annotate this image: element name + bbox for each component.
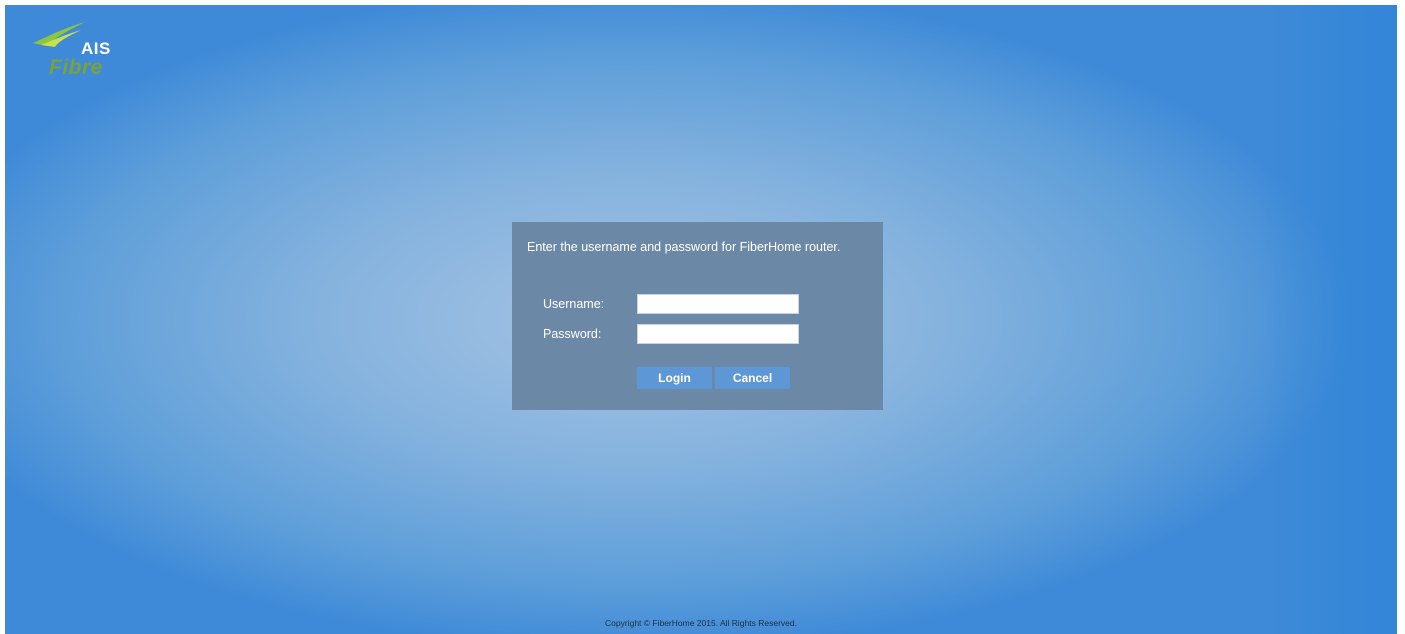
login-button[interactable]: Login xyxy=(637,367,712,389)
cancel-button[interactable]: Cancel xyxy=(715,367,790,389)
copyright-footer: Copyright © FiberHome 2015. All Rights R… xyxy=(605,618,797,628)
ais-fibre-logo: AIS Fibre xyxy=(25,19,125,79)
logo-fibre-text: Fibre xyxy=(49,56,103,79)
username-label: Username: xyxy=(543,297,605,311)
login-page: AIS Fibre Enter the username and passwor… xyxy=(5,5,1397,634)
login-prompt: Enter the username and password for Fibe… xyxy=(527,240,841,254)
username-input[interactable] xyxy=(637,294,799,314)
password-label: Password: xyxy=(543,327,602,341)
password-input[interactable] xyxy=(637,324,799,344)
login-dialog: Enter the username and password for Fibe… xyxy=(512,222,883,410)
